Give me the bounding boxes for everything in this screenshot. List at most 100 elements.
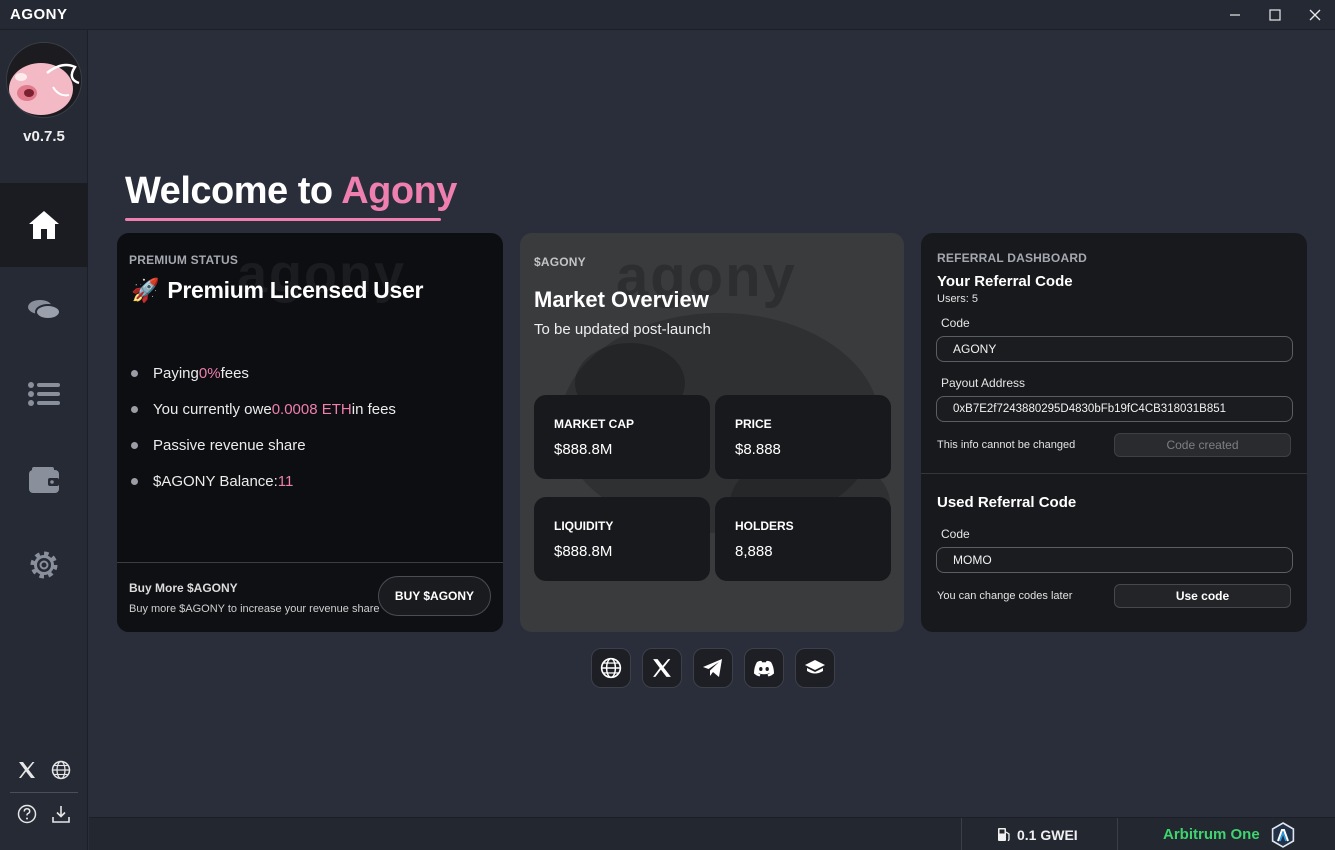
globe-icon xyxy=(51,760,70,780)
payout-address-label: Payout Address xyxy=(941,376,1026,390)
stat-liquidity: LIQUIDITY $888.8M xyxy=(534,497,710,581)
maximize-icon xyxy=(1269,9,1281,21)
code-label: Code xyxy=(941,316,970,330)
sidebar-social-links xyxy=(10,760,78,785)
premium-status-card: agony PREMIUM STATUS 🚀 Premium Licensed … xyxy=(117,233,503,632)
referral-label: REFERRAL DASHBOARD xyxy=(937,251,1088,265)
website-link[interactable] xyxy=(51,760,71,785)
wallet-icon xyxy=(29,467,59,493)
welcome-brand: Agony xyxy=(341,170,457,212)
docs-icon xyxy=(805,660,825,674)
stat-price: PRICE $8.888 xyxy=(715,395,891,479)
market-overview-card: agony $AGONY Market Overview To be updat… xyxy=(520,233,904,632)
buy-agony-button[interactable]: BUY $AGONY xyxy=(378,576,491,616)
help-button[interactable] xyxy=(17,804,37,829)
minimize-button[interactable] xyxy=(1215,0,1255,30)
gas-pump-icon xyxy=(998,828,1010,842)
network-name: Arbitrum One xyxy=(1163,826,1260,843)
page-title: Welcome to Agony xyxy=(125,170,457,213)
window-controls xyxy=(1215,0,1335,30)
help-icon xyxy=(17,804,37,824)
payout-address-field[interactable]: 0xB7E2f7243880295D4830bFb19fC4CB318031B8… xyxy=(936,396,1293,422)
referral-code-field[interactable]: AGONY xyxy=(936,336,1293,362)
premium-benefits-list: Paying 0% fees You currently owe 0.0008 … xyxy=(131,355,396,499)
social-links xyxy=(591,648,835,688)
app-title: AGONY xyxy=(10,6,68,23)
mascot-logo-icon xyxy=(7,43,81,117)
bullet-icon xyxy=(131,369,138,377)
sidebar-utility-links xyxy=(10,804,78,829)
coins-icon xyxy=(28,300,61,320)
gear-icon xyxy=(30,551,58,579)
stat-holders: HOLDERS 8,888 xyxy=(715,497,891,581)
download-button[interactable] xyxy=(51,804,71,829)
bullet-icon xyxy=(131,477,138,485)
close-icon xyxy=(1309,9,1321,21)
list-item: You currently owe 0.0008 ETH in fees xyxy=(131,391,396,427)
status-bar: 0.1 GWEI Arbitrum One xyxy=(89,817,1335,850)
referral-dashboard-card: REFERRAL DASHBOARD Your Referral Code Us… xyxy=(921,233,1307,632)
buy-more-section: Buy More $AGONY Buy more $AGONY to incre… xyxy=(117,562,503,632)
buy-more-title: Buy More $AGONY xyxy=(129,581,238,595)
status-separator xyxy=(1117,818,1118,850)
app-version: v0.7.5 xyxy=(23,128,65,145)
used-referral-title: Used Referral Code xyxy=(937,494,1077,511)
docs-button[interactable] xyxy=(795,648,835,688)
list-item: $AGONY Balance: 11 xyxy=(131,463,396,499)
locked-info-note: This info cannot be changed xyxy=(937,439,1076,451)
x-link[interactable] xyxy=(18,761,36,784)
download-icon xyxy=(52,806,70,823)
sidebar-item-wallet[interactable] xyxy=(0,438,88,522)
premium-title: 🚀 Premium Licensed User xyxy=(131,277,423,304)
minimize-icon xyxy=(1230,14,1240,16)
welcome-prefix: Welcome to xyxy=(125,170,342,212)
x-icon xyxy=(653,659,671,677)
sidebar-item-home[interactable] xyxy=(0,183,88,267)
x-icon xyxy=(18,762,35,778)
buy-more-subtitle: Buy more $AGONY to increase your revenue… xyxy=(129,603,380,615)
rocket-icon: 🚀 xyxy=(131,277,160,303)
market-label: $AGONY xyxy=(534,255,586,269)
discord-icon xyxy=(754,660,774,676)
referral-divider xyxy=(921,473,1307,474)
globe-icon xyxy=(600,657,622,679)
close-button[interactable] xyxy=(1295,0,1335,30)
gas-price-value: 0.1 GWEI xyxy=(1017,826,1078,843)
stat-market-cap: MARKET CAP $888.8M xyxy=(534,395,710,479)
change-codes-note: You can change codes later xyxy=(937,590,1073,602)
home-icon xyxy=(29,211,59,239)
network-indicator[interactable]: Arbitrum One xyxy=(1163,818,1296,850)
gas-price-indicator: 0.1 GWEI xyxy=(997,818,1078,850)
sidebar-item-settings[interactable] xyxy=(0,523,88,607)
sidebar-item-coins[interactable] xyxy=(0,267,88,351)
title-underline xyxy=(125,218,441,221)
market-title: Market Overview xyxy=(534,287,709,312)
telegram-icon xyxy=(703,659,722,677)
market-subtitle: To be updated post-launch xyxy=(534,321,711,338)
used-code-label: Code xyxy=(941,527,970,541)
sidebar: v0.7.5 xyxy=(0,30,88,850)
arbitrum-logo-icon xyxy=(1271,821,1294,848)
referral-users-count: Users: 5 xyxy=(937,293,978,305)
avatar xyxy=(6,42,82,118)
title-bar: AGONY xyxy=(0,0,1335,30)
website-button[interactable] xyxy=(591,648,631,688)
use-code-button[interactable]: Use code xyxy=(1114,584,1291,608)
premium-title-text: Premium Licensed User xyxy=(167,277,424,303)
list-icon xyxy=(28,382,60,406)
your-referral-title: Your Referral Code xyxy=(937,273,1073,290)
list-item: Passive revenue share xyxy=(131,427,396,463)
premium-label: PREMIUM STATUS xyxy=(129,253,239,267)
sidebar-item-list[interactable] xyxy=(0,352,88,436)
status-separator xyxy=(961,818,962,850)
used-code-input[interactable]: MOMO xyxy=(936,547,1293,573)
bullet-icon xyxy=(131,405,138,413)
list-item: Paying 0% fees xyxy=(131,355,396,391)
x-button[interactable] xyxy=(642,648,682,688)
discord-button[interactable] xyxy=(744,648,784,688)
code-created-button[interactable]: Code created xyxy=(1114,433,1291,457)
sidebar-divider xyxy=(10,792,78,793)
telegram-button[interactable] xyxy=(693,648,733,688)
maximize-button[interactable] xyxy=(1255,0,1295,30)
bullet-icon xyxy=(131,441,138,449)
